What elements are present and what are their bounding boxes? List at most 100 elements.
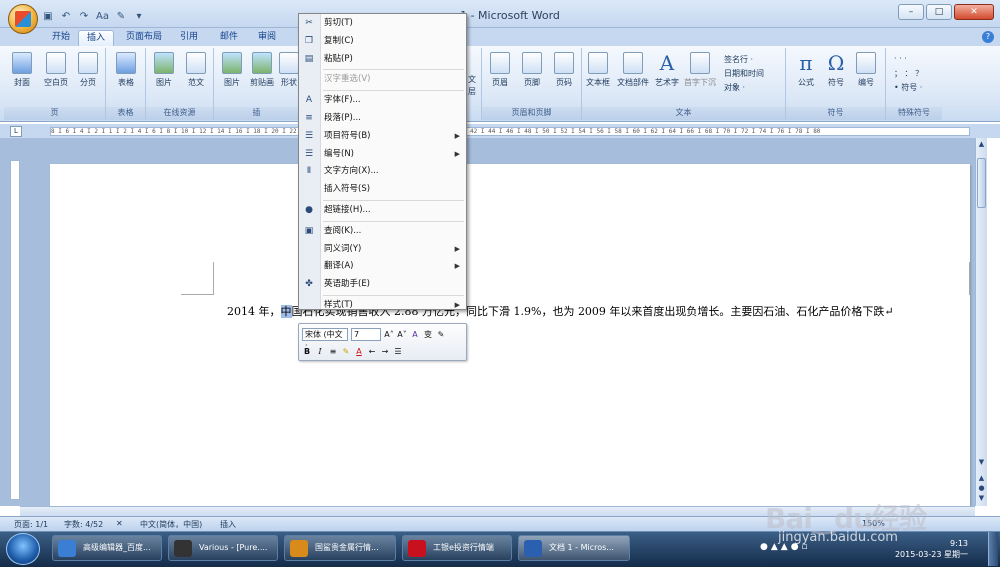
- picture-button[interactable]: 图片: [218, 52, 246, 88]
- menu-item[interactable]: ✤ 英语助手(E): [299, 276, 466, 293]
- center-align-icon[interactable]: ≡: [328, 347, 338, 356]
- scroll-up-icon[interactable]: ▲: [976, 140, 987, 148]
- previous-page-icon[interactable]: ▲: [976, 474, 987, 482]
- shrink-font-icon[interactable]: A˅: [397, 330, 407, 339]
- menu-item[interactable]: 同义词(Y) ▶: [299, 241, 466, 258]
- font-size-box[interactable]: 7: [351, 328, 381, 341]
- format-painter-icon[interactable]: ✎: [436, 330, 446, 339]
- minimize-button[interactable]: –: [898, 4, 924, 20]
- equation-button[interactable]: π 公式: [792, 52, 820, 88]
- format-painter-icon[interactable]: ✎: [115, 11, 127, 22]
- proofing-icon[interactable]: ✕: [116, 519, 123, 528]
- insert-mode[interactable]: 插入: [220, 519, 236, 530]
- change-case-icon[interactable]: Aa: [96, 11, 109, 22]
- convert-icon[interactable]: 变: [423, 329, 433, 340]
- special-symbols-row-3[interactable]: • 符号 ·: [894, 82, 922, 93]
- signature-line-button[interactable]: 签名行 ·: [724, 54, 753, 65]
- browse-object-icon[interactable]: ●: [976, 484, 987, 492]
- clip-art-button[interactable]: 剪贴画: [248, 52, 276, 88]
- vertical-scrollbar[interactable]: ▲ ▼ ▲ ● ▼: [975, 138, 987, 506]
- selected-text[interactable]: 中: [280, 305, 292, 318]
- menu-item[interactable]: ≡ 段落(P)...: [299, 110, 466, 127]
- text-style-icon[interactable]: A: [410, 330, 420, 339]
- page-number-button[interactable]: 页码: [550, 52, 578, 88]
- menu-item[interactable]: A 字体(F)...: [299, 92, 466, 109]
- grow-font-icon[interactable]: A˄: [384, 330, 394, 339]
- tab-selector-icon[interactable]: L: [10, 126, 22, 137]
- menu-item[interactable]: 样式(T) ▶: [299, 297, 466, 314]
- special-symbols-row-1[interactable]: · · ·: [894, 54, 907, 63]
- header-button[interactable]: 页眉: [486, 52, 514, 88]
- menu-item[interactable]: ▣ 查阅(K)...: [299, 223, 466, 240]
- online-picture-button[interactable]: 图片: [150, 52, 178, 88]
- task-item[interactable]: 高级编辑器_百度...: [52, 535, 162, 561]
- menu-item[interactable]: Ⅱ 文字方向(X)...: [299, 163, 466, 180]
- menu-separator: [323, 69, 464, 71]
- scroll-thumb[interactable]: [977, 158, 986, 208]
- start-button[interactable]: [6, 533, 40, 565]
- links-label-2[interactable]: 层: [468, 86, 476, 97]
- table-button[interactable]: 表格: [112, 52, 140, 88]
- save-icon[interactable]: ▣: [42, 11, 54, 22]
- italic-icon[interactable]: I: [315, 347, 325, 356]
- tab-mailings[interactable]: 邮件: [212, 30, 246, 46]
- menu-item[interactable]: ❐ 复制(C): [299, 33, 466, 50]
- page-break-button[interactable]: 分页: [74, 52, 102, 88]
- task-item-active[interactable]: 文档 1 - Micros...: [518, 535, 630, 561]
- tab-page-layout[interactable]: 页面布局: [118, 30, 170, 46]
- symbol-button[interactable]: Ω 符号: [822, 52, 850, 88]
- word-count[interactable]: 字数: 4/52: [64, 519, 103, 530]
- horizontal-ruler[interactable]: 8 I 6 I 4 I 2 I 1 I 2 I 4 I 6 I 8 I 10 I…: [50, 127, 970, 136]
- menu-item[interactable]: ☰ 编号(N) ▶: [299, 146, 466, 163]
- next-page-icon[interactable]: ▼: [976, 494, 987, 502]
- numbering-button[interactable]: 编号: [852, 52, 880, 88]
- page-count[interactable]: 页面: 1/1: [14, 519, 48, 530]
- show-desktop-button[interactable]: [988, 532, 998, 566]
- office-button[interactable]: [8, 4, 38, 34]
- blank-page-button[interactable]: 空白页: [42, 52, 70, 88]
- special-symbols-row-2[interactable]: ； ： ？: [894, 68, 923, 79]
- increase-indent-icon[interactable]: →: [380, 347, 390, 356]
- help-icon[interactable]: ?: [982, 31, 994, 43]
- footer-button[interactable]: 页脚: [518, 52, 546, 88]
- tab-home[interactable]: 开始: [44, 30, 78, 46]
- cover-page-button[interactable]: 封面: [8, 52, 36, 88]
- wordart-button[interactable]: A 艺术字: [652, 52, 682, 88]
- links-label-1[interactable]: 文: [468, 74, 476, 85]
- decrease-indent-icon[interactable]: ←: [367, 347, 377, 356]
- clock[interactable]: 9:13 2015-03-23 星期一: [888, 538, 968, 560]
- bullets-icon[interactable]: ☰: [393, 347, 403, 356]
- menu-item[interactable]: ● 超链接(H)...: [299, 202, 466, 219]
- document-page[interactable]: [50, 164, 970, 506]
- menu-item[interactable]: ☰ 项目符号(B) ▶: [299, 128, 466, 145]
- quick-parts-button[interactable]: 文档部件: [616, 52, 650, 88]
- redo-icon[interactable]: ↷: [78, 11, 90, 22]
- vertical-ruler[interactable]: [10, 160, 20, 500]
- close-button[interactable]: ✕: [954, 4, 994, 20]
- task-item[interactable]: Various - [Pure....: [168, 535, 278, 561]
- date-time-button[interactable]: 日期和时间: [724, 68, 764, 79]
- scroll-down-icon[interactable]: ▼: [976, 458, 987, 466]
- menu-item[interactable]: 插入符号(S): [299, 181, 466, 198]
- undo-icon[interactable]: ↶: [60, 11, 72, 22]
- highlight-icon[interactable]: ✎: [341, 347, 351, 356]
- tab-review[interactable]: 审阅: [250, 30, 284, 46]
- qat-dropdown-icon[interactable]: ▾: [133, 11, 145, 22]
- font-name-box[interactable]: 宋体 (中文 ·: [302, 328, 348, 350]
- drop-cap-button[interactable]: 首字下沉: [682, 52, 718, 88]
- bold-icon[interactable]: B: [302, 347, 312, 356]
- task-item[interactable]: 工银e投资行情端: [402, 535, 512, 561]
- template-button[interactable]: 范文: [182, 52, 210, 88]
- object-button[interactable]: 对象 ·: [724, 82, 745, 93]
- menu-item[interactable]: ✂ 剪切(T): [299, 15, 466, 32]
- menu-item[interactable]: 翻译(A) ▶: [299, 258, 466, 275]
- text-box-button[interactable]: 文本框: [584, 52, 612, 88]
- maximize-button[interactable]: □: [926, 4, 952, 20]
- shapes-button[interactable]: 形状: [278, 52, 300, 88]
- language-indicator[interactable]: 中文(简体，中国): [140, 519, 202, 530]
- tab-insert[interactable]: 插入: [78, 30, 115, 46]
- menu-item[interactable]: ▤ 粘贴(P): [299, 51, 466, 68]
- tab-references[interactable]: 引用: [172, 30, 206, 46]
- font-color-icon[interactable]: A: [354, 347, 364, 356]
- task-item[interactable]: 国鲨贵金属行情...: [284, 535, 396, 561]
